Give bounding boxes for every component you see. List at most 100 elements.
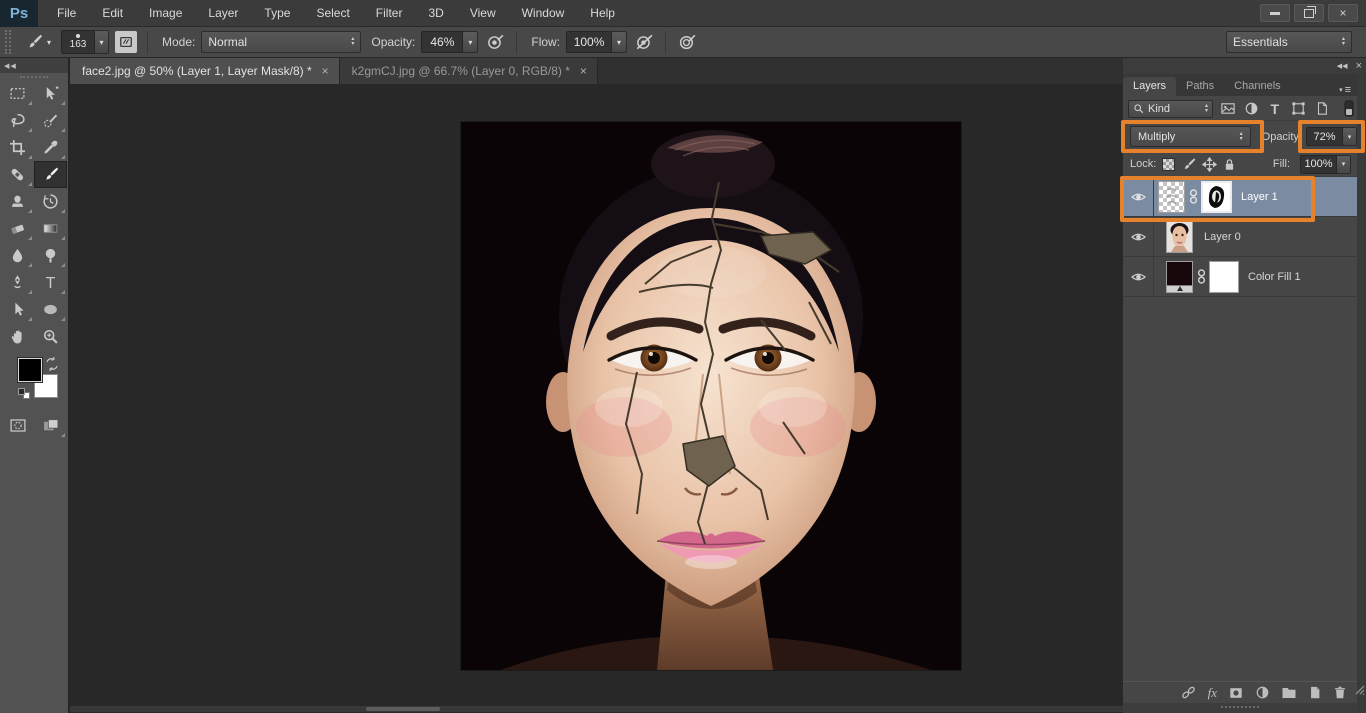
restore-button[interactable] — [1294, 4, 1324, 22]
pen-tool[interactable] — [1, 269, 34, 296]
layer1-thumbnail[interactable] — [1158, 181, 1185, 213]
menu-view[interactable]: View — [457, 0, 509, 27]
layer-opacity-field[interactable]: 72% — [1306, 127, 1343, 146]
menu-layer[interactable]: Layer — [195, 0, 251, 27]
type-tool[interactable]: T — [34, 269, 67, 296]
spot-healing-brush-tool[interactable] — [1, 161, 34, 188]
brush-tool[interactable] — [34, 161, 67, 188]
menu-filter[interactable]: Filter — [363, 0, 416, 27]
default-colors-icon[interactable] — [18, 388, 30, 399]
new-layer-icon[interactable] — [1308, 685, 1322, 700]
toggle-brush-panel-button[interactable] — [115, 31, 137, 53]
clone-stamp-tool[interactable] — [1, 188, 34, 215]
eyedropper-tool[interactable] — [34, 134, 67, 161]
mask-link-icon[interactable] — [1195, 268, 1207, 285]
eraser-tool[interactable] — [1, 215, 34, 242]
resize-grip-icon[interactable] — [1353, 683, 1365, 695]
quick-mask-button[interactable] — [1, 412, 34, 439]
toolbar-grip[interactable] — [20, 76, 48, 78]
panel-menu-button[interactable]: ▾≡ — [1339, 84, 1357, 96]
menu-help[interactable]: Help — [577, 0, 628, 27]
panel-close-icon[interactable]: × — [1356, 60, 1362, 72]
zoom-tool[interactable] — [34, 323, 67, 350]
tab-paths[interactable]: Paths — [1176, 77, 1224, 96]
colorfill-thumbnail[interactable] — [1166, 261, 1193, 293]
visibility-toggle[interactable] — [1123, 191, 1153, 203]
visibility-toggle[interactable] — [1123, 271, 1153, 283]
delete-layer-icon[interactable] — [1333, 685, 1347, 700]
add-layer-mask-icon[interactable] — [1228, 686, 1244, 700]
layer-name[interactable]: Layer 1 — [1241, 191, 1278, 203]
blend-mode-select[interactable]: Multiply ▴▾ — [1130, 126, 1251, 147]
menu-file[interactable]: File — [44, 0, 89, 27]
new-group-icon[interactable] — [1281, 686, 1297, 699]
rectangular-marquee-tool[interactable] — [1, 80, 34, 107]
flow-dropdown[interactable]: ▾ — [612, 31, 627, 53]
lock-position-icon[interactable] — [1202, 157, 1217, 172]
ellipse-tool[interactable] — [34, 296, 67, 323]
tab-close-icon[interactable]: × — [580, 64, 587, 78]
lock-paint-brush-icon[interactable] — [1181, 157, 1196, 172]
horizontal-scrollbar[interactable] — [70, 706, 1123, 712]
opacity-dropdown[interactable]: ▾ — [463, 31, 478, 53]
tab-k2gmcj[interactable]: k2gmCJ.jpg @ 66.7% (Layer 0, RGB/8) * × — [340, 58, 598, 84]
filter-pixel-layers-button[interactable] — [1220, 100, 1236, 117]
filter-kind-select[interactable]: Kind ▴▾ — [1128, 100, 1213, 118]
colorfill-mask-thumbnail[interactable] — [1209, 261, 1239, 293]
swap-colors-icon[interactable] — [44, 356, 60, 372]
tablet-size-button[interactable] — [676, 31, 698, 53]
screen-mode-button[interactable] — [34, 412, 67, 439]
crop-tool[interactable] — [1, 134, 34, 161]
opacity-field[interactable]: 46% — [421, 31, 463, 53]
visibility-toggle[interactable] — [1123, 231, 1153, 243]
layer-row-layer0[interactable]: Layer 0 — [1123, 217, 1357, 257]
toolbar-collapse-button[interactable]: ◀◀ — [0, 58, 68, 73]
tab-close-icon[interactable]: × — [322, 64, 329, 78]
lock-all-icon[interactable] — [1223, 157, 1236, 172]
menu-type[interactable]: Type — [251, 0, 303, 27]
path-selection-tool[interactable] — [1, 296, 34, 323]
mask-link-icon[interactable] — [1187, 188, 1199, 205]
flow-field[interactable]: 100% — [566, 31, 612, 53]
workspace-select[interactable]: Essentials ▴▾ — [1226, 31, 1352, 53]
canvas-area[interactable] — [70, 84, 1123, 713]
filtering-toggle-switch[interactable] — [1341, 100, 1357, 117]
new-adjustment-layer-icon[interactable] — [1255, 685, 1270, 700]
panel-resize-bar[interactable] — [1123, 703, 1357, 713]
layer-name[interactable]: Color Fill 1 — [1248, 271, 1301, 283]
brush-size-dropdown[interactable]: ▾ — [95, 30, 109, 54]
document-image[interactable] — [461, 122, 961, 670]
gradient-tool[interactable] — [34, 215, 67, 242]
move-tool[interactable] — [34, 80, 67, 107]
lock-transparency-icon[interactable] — [1162, 158, 1175, 171]
layer-styles-icon[interactable]: fx — [1208, 685, 1217, 701]
tablet-opacity-button[interactable] — [484, 31, 506, 53]
quick-selection-tool[interactable] — [34, 107, 67, 134]
menu-window[interactable]: Window — [509, 0, 578, 27]
menu-image[interactable]: Image — [136, 0, 195, 27]
layer1-mask-thumbnail[interactable] — [1201, 181, 1232, 213]
mode-select[interactable]: Normal ▴▾ — [201, 31, 361, 53]
history-brush-tool[interactable] — [34, 188, 67, 215]
layer-name[interactable]: Layer 0 — [1204, 231, 1241, 243]
foreground-color-swatch[interactable] — [18, 358, 42, 382]
filter-smart-objects-button[interactable] — [1313, 100, 1329, 117]
minimize-button[interactable] — [1260, 4, 1290, 22]
options-grip[interactable] — [5, 30, 11, 54]
lasso-tool[interactable] — [1, 107, 34, 134]
fill-dropdown[interactable]: ▾ — [1337, 155, 1351, 174]
airbrush-button[interactable] — [633, 31, 655, 53]
link-layers-icon[interactable] — [1180, 686, 1197, 699]
close-button[interactable]: × — [1328, 4, 1358, 22]
layer-row-layer1[interactable]: Layer 1 — [1123, 177, 1357, 217]
menu-select[interactable]: Select — [303, 0, 362, 27]
blur-tool[interactable] — [1, 242, 34, 269]
tab-layers[interactable]: Layers — [1123, 77, 1176, 96]
scrollbar-thumb[interactable] — [366, 707, 440, 711]
filter-adjustment-layers-button[interactable] — [1243, 100, 1259, 117]
menu-edit[interactable]: Edit — [89, 0, 136, 27]
brush-preset-picker[interactable]: ▾ — [20, 31, 55, 53]
filter-type-layers-button[interactable]: T — [1267, 100, 1283, 117]
collapse-panels-icon[interactable]: ◀◀ — [1337, 62, 1348, 70]
dodge-tool[interactable] — [34, 242, 67, 269]
